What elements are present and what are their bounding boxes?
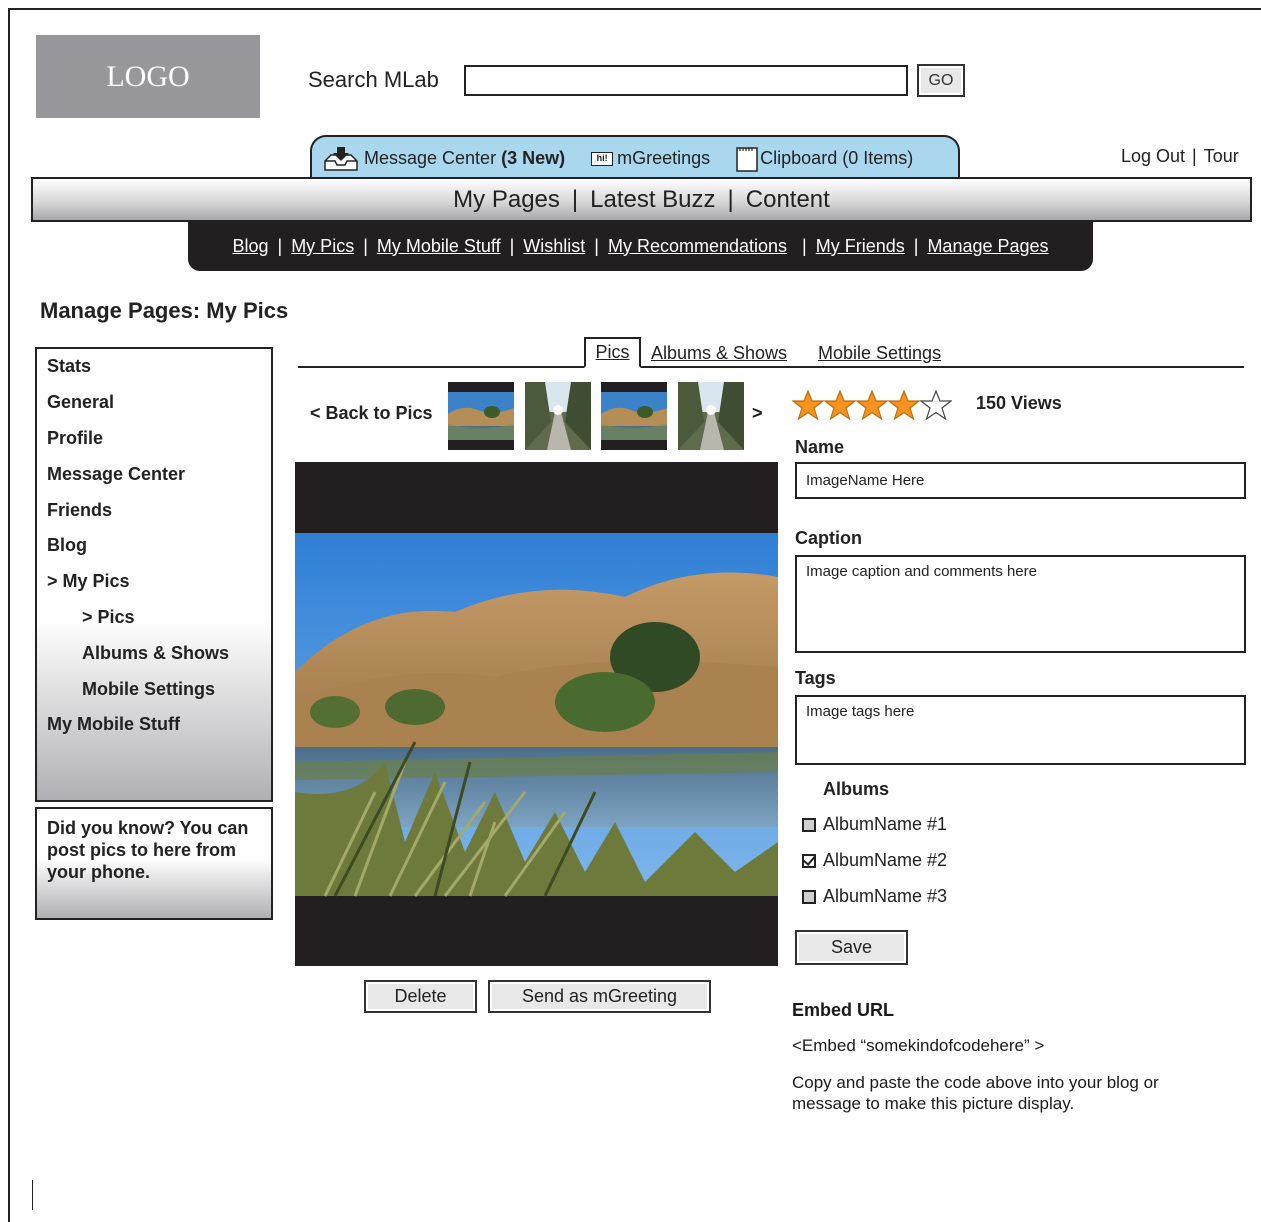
tip-box: Did you know? You can post pics to here … <box>35 807 273 920</box>
sidebar-item-my-mobile-stuff[interactable]: My Mobile Stuff <box>37 707 271 743</box>
star-empty-icon[interactable] <box>920 390 952 420</box>
caption-label: Caption <box>795 528 862 548</box>
name-input[interactable] <box>795 462 1246 499</box>
search-go-button[interactable]: GO <box>917 64 965 97</box>
photo-viewer <box>295 462 778 966</box>
subnav-my-mobile-stuff[interactable]: My Mobile Stuff <box>377 236 501 257</box>
subnav-blog[interactable]: Blog <box>232 236 268 257</box>
sidebar-item-profile[interactable]: Profile <box>37 421 271 457</box>
subnav-my-pics[interactable]: My Pics <box>291 236 354 257</box>
next-thumbnails-arrow[interactable]: > <box>752 403 763 424</box>
mgreetings-label: mGreetings <box>617 148 711 168</box>
mgreetings-link[interactable]: hi! mGreetings <box>591 148 710 169</box>
tab-pics[interactable]: Pics <box>584 337 641 368</box>
sidebar-item-stats[interactable]: Stats <box>37 349 271 385</box>
star-filled-icon[interactable] <box>824 390 856 420</box>
album-option-2[interactable]: AlbumName #2 <box>802 850 947 871</box>
thumbnail-lake[interactable] <box>448 382 514 450</box>
search-input[interactable] <box>464 65 908 96</box>
text-cursor <box>32 1180 33 1210</box>
album-option-1[interactable]: AlbumName #1 <box>802 814 947 835</box>
sidebar-item-albums-shows[interactable]: Albums & Shows <box>37 635 271 671</box>
hi-greeting-icon: hi! <box>591 151 614 166</box>
tabs-divider <box>298 366 1244 368</box>
clipboard-icon <box>736 146 758 172</box>
nav-my-pages[interactable]: My Pages <box>453 186 560 214</box>
page-title: Manage Pages: My Pics <box>40 298 289 323</box>
message-center-label: Message Center <box>364 148 497 168</box>
back-to-pics-link[interactable]: < Back to Pics <box>310 403 433 424</box>
caption-textarea[interactable]: Image caption and comments here <box>795 555 1246 653</box>
search-label: Search MLab <box>308 67 439 92</box>
logout-link[interactable]: Log Out <box>1121 146 1185 166</box>
star-rating[interactable] <box>792 390 952 420</box>
star-filled-icon[interactable] <box>888 390 920 420</box>
tour-link[interactable]: Tour <box>1204 146 1239 166</box>
logo[interactable]: LOGO <box>36 35 260 118</box>
main-nav: My Pages | Latest Buzz | Content <box>31 177 1252 222</box>
sidebar: Stats General Profile Message Center Fri… <box>35 347 273 802</box>
subnav-wishlist[interactable]: Wishlist <box>523 236 585 257</box>
delete-button[interactable]: Delete <box>364 980 477 1013</box>
save-button[interactable]: Save <box>795 930 908 965</box>
main-photo <box>295 533 778 897</box>
embed-url-title: Embed URL <box>792 1000 895 1020</box>
album-option-3[interactable]: AlbumName #3 <box>802 886 947 907</box>
sidebar-item-pics[interactable]: > Pics <box>37 600 271 636</box>
nav-content[interactable]: Content <box>746 186 830 214</box>
subnav-my-recommendations[interactable]: My Recommendations <box>608 236 787 257</box>
tab-albums-shows[interactable]: Albums & Shows <box>651 343 787 364</box>
nav-latest-buzz[interactable]: Latest Buzz <box>590 186 715 214</box>
clipboard-label: Clipboard (0 Items) <box>760 148 914 168</box>
inbox-icon <box>324 146 358 171</box>
message-count: (3 New) <box>501 148 566 168</box>
subnav-manage-pages[interactable]: Manage Pages <box>927 236 1048 257</box>
auth-links: Log Out | Tour <box>1121 146 1239 166</box>
sidebar-item-message-center[interactable]: Message Center <box>37 456 271 492</box>
star-filled-icon[interactable] <box>792 390 824 420</box>
embed-instructions: Copy and paste the code above into your … <box>792 1073 1159 1113</box>
tags-label: Tags <box>795 668 836 688</box>
albums-label: Albums <box>823 779 890 799</box>
embed-code[interactable]: <Embed “somekindofcodehere” > <box>792 1036 1044 1056</box>
sidebar-item-friends[interactable]: Friends <box>37 492 271 528</box>
album-1-checkbox[interactable] <box>802 817 816 832</box>
tags-textarea[interactable]: Image tags here <box>795 695 1246 765</box>
send-mgreeting-button[interactable]: Send as mGreeting <box>488 980 711 1013</box>
album-2-checkbox[interactable] <box>802 853 816 868</box>
name-label: Name <box>795 437 845 457</box>
tab-mobile-settings[interactable]: Mobile Settings <box>818 343 941 364</box>
message-center-link[interactable]: Message Center (3 New) <box>322 146 565 172</box>
thumbnail-lake-2[interactable] <box>601 382 667 450</box>
album-3-checkbox[interactable] <box>802 889 816 904</box>
sidebar-item-my-pics[interactable]: > My Pics <box>37 564 271 600</box>
sidebar-item-general[interactable]: General <box>37 385 271 421</box>
clipboard-link[interactable]: Clipboard (0 Items) <box>736 146 913 172</box>
star-filled-icon[interactable] <box>856 390 888 420</box>
thumbnail-path[interactable] <box>525 382 591 450</box>
view-count: 150 Views <box>976 393 1062 413</box>
subnav-my-friends[interactable]: My Friends <box>816 236 905 257</box>
thumbnail-path-2[interactable] <box>678 382 744 450</box>
sidebar-item-blog[interactable]: Blog <box>37 528 271 564</box>
message-bar: Message Center (3 New) hi! mGreetings Cl… <box>310 135 960 180</box>
sub-nav: Blog | My Pics | My Mobile Stuff | Wishlist… <box>188 219 1093 271</box>
sidebar-item-mobile-settings[interactable]: Mobile Settings <box>37 671 271 707</box>
